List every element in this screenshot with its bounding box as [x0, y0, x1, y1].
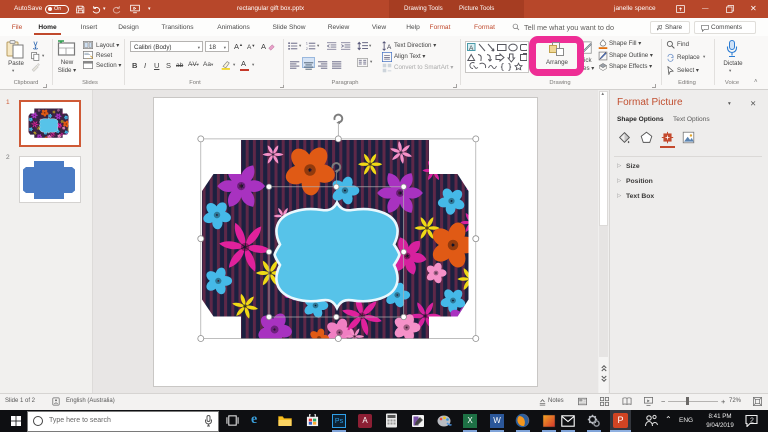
svg-text:A: A [387, 44, 392, 51]
svg-text:2: 2 [306, 47, 308, 50]
svg-text:A: A [469, 44, 474, 51]
svg-text:2: 2 [750, 418, 754, 425]
svg-text:1: 1 [306, 42, 308, 46]
